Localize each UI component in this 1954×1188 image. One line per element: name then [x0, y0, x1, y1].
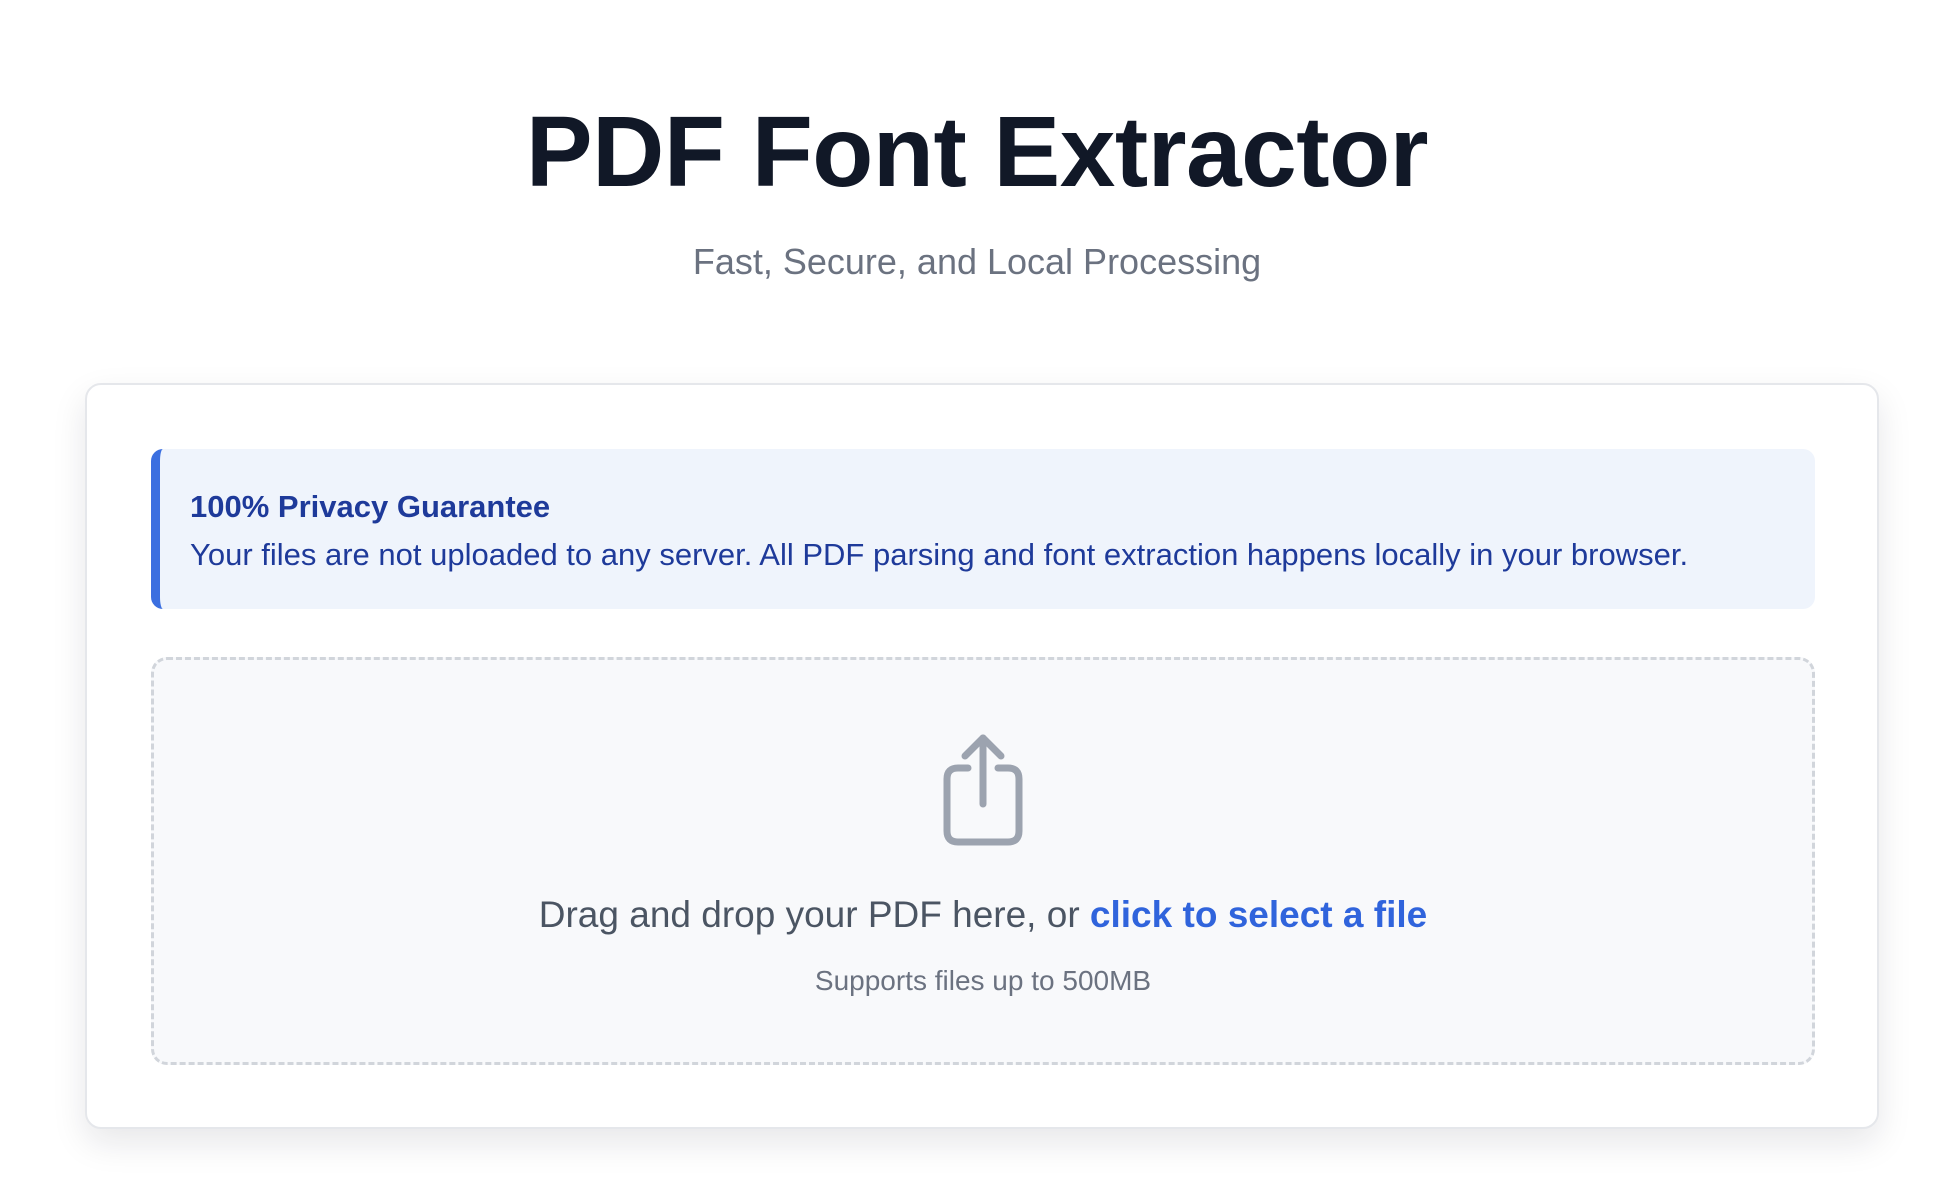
file-dropzone[interactable]: Drag and drop your PDF here, or click to…: [151, 657, 1815, 1065]
page-subtitle: Fast, Secure, and Local Processing: [692, 241, 1262, 282]
page-title: PDF Font Extractor: [525, 96, 1429, 208]
upload-icon: [943, 734, 1023, 846]
select-file-link[interactable]: click to select a file: [1090, 894, 1427, 935]
dropzone-hint: Supports files up to 500MB: [814, 965, 1152, 996]
dropzone-prompt-text: Drag and drop your PDF here, or: [538, 894, 1090, 935]
privacy-notice: 100% Privacy Guarantee Your files are no…: [151, 449, 1815, 609]
privacy-notice-title: 100% Privacy Guarantee: [190, 489, 551, 524]
privacy-notice-text: Your files are not uploaded to any serve…: [190, 537, 1689, 572]
page-header: PDF Font Extractor Fast, Secure, and Loc…: [0, 0, 1954, 284]
dropzone-prompt: Drag and drop your PDF here, or click to…: [154, 892, 1812, 938]
main-card: 100% Privacy Guarantee Your files are no…: [85, 383, 1879, 1129]
